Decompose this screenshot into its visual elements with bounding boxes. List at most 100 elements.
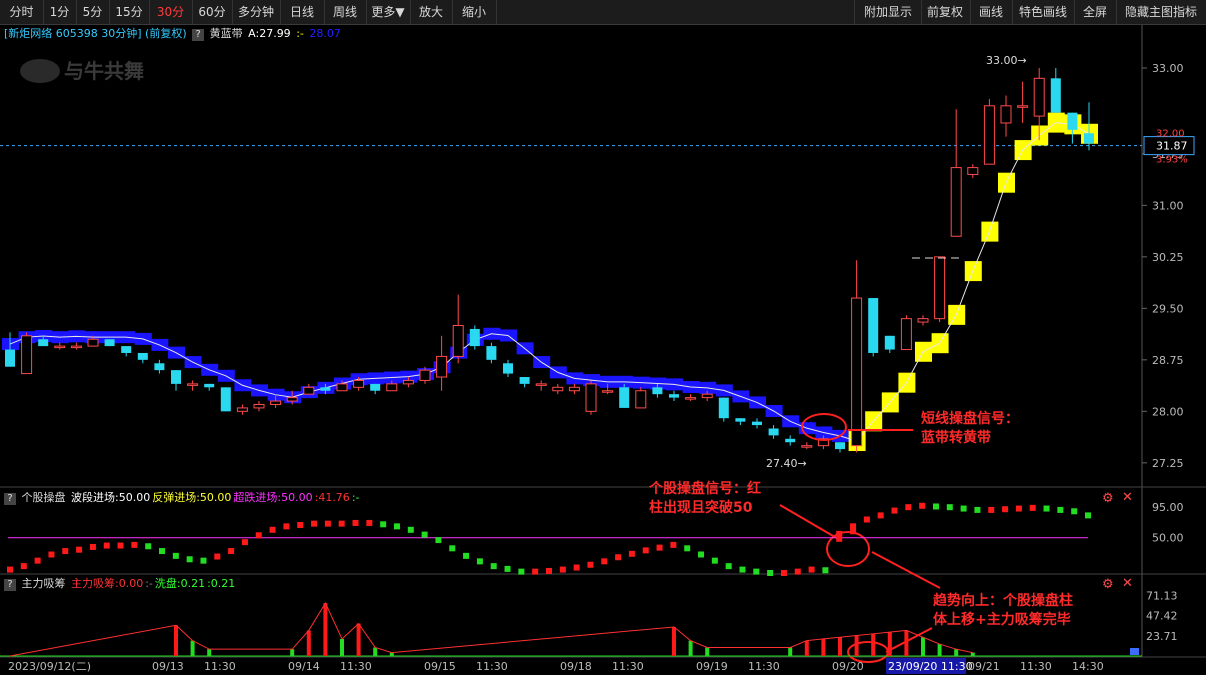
kdj-dot — [532, 568, 539, 575]
toolbar-button[interactable]: 画线 — [970, 0, 1013, 24]
kdj-dot — [877, 512, 884, 519]
price-tick-label: 31.00 — [1152, 199, 1184, 212]
flow-bar — [921, 637, 925, 656]
kdj-dot — [546, 567, 552, 574]
indicator-value: 超跌进场:50.00 — [233, 491, 313, 504]
kdj-dot — [573, 564, 580, 571]
note-line: 短线操盘信号： — [921, 411, 1019, 427]
candle-body — [1017, 105, 1029, 108]
period-button[interactable]: 5分 — [76, 0, 110, 24]
period-button[interactable]: 放大 — [410, 0, 453, 24]
period-button[interactable]: 分时 — [0, 0, 44, 24]
candle-body — [503, 363, 513, 374]
candle-body — [320, 387, 331, 391]
flow-bar — [207, 649, 212, 656]
indicator-value: 洗盘:0.21 — [154, 577, 206, 590]
period-button[interactable]: 缩小 — [452, 0, 497, 24]
note-line: 趋势向上：个股操盘柱 — [933, 593, 1073, 609]
x-axis-label: 09/18 — [560, 660, 592, 673]
toolbar-button[interactable]: 特色画线 — [1012, 0, 1075, 24]
period-button[interactable]: 周线 — [324, 0, 367, 24]
period-button[interactable]: 15分 — [109, 0, 150, 24]
kdj-dot — [656, 544, 663, 551]
kdj-dot — [518, 568, 525, 575]
kdj-dot — [269, 526, 276, 533]
candle-body — [419, 369, 431, 381]
candle-body — [900, 318, 912, 351]
candle-body — [5, 349, 15, 367]
toolbar-button[interactable]: 附加显示 — [854, 0, 922, 24]
flow-bar — [970, 652, 975, 656]
kdj-dot — [780, 570, 787, 576]
toolbar-button[interactable]: 隐藏主图指标 — [1116, 0, 1206, 24]
kdj-dot — [1043, 505, 1050, 512]
candle-body — [950, 167, 962, 237]
flow-bar — [323, 603, 328, 656]
kdj-dot — [1015, 505, 1022, 512]
flow-bar — [937, 644, 942, 656]
close-icon[interactable]: ✕ — [1122, 576, 1133, 591]
kdj-dot — [449, 545, 456, 552]
candle-body — [619, 387, 630, 408]
kdj-dot — [808, 566, 815, 573]
toolbar-button[interactable]: 全屏 — [1074, 0, 1117, 24]
kdj-dot — [20, 563, 27, 570]
kdj-dot — [960, 505, 967, 512]
gear-icon[interactable]: ⚙ — [1102, 577, 1114, 592]
period-button[interactable]: 1分 — [43, 0, 77, 24]
kdj-dot — [725, 563, 732, 570]
kdj-dot — [490, 563, 497, 570]
period-button[interactable]: 多分钟 — [232, 0, 281, 24]
panel3-name: 主力吸筹 — [21, 577, 66, 590]
flow-envelope-line — [9, 602, 973, 657]
kdj-dot — [214, 553, 221, 560]
period-button[interactable]: 更多▼ — [366, 0, 411, 24]
kdj-dot — [711, 557, 718, 564]
close-icon[interactable]: ✕ — [1122, 490, 1133, 505]
candle-body — [701, 393, 713, 399]
x-axis-label: 11:30 — [340, 660, 372, 673]
candle-body — [204, 383, 215, 388]
kdj-dot — [311, 520, 318, 527]
candle-body — [370, 383, 381, 391]
candle-body — [568, 386, 580, 392]
candle-body — [220, 387, 231, 412]
toolbar-button[interactable]: 前复权 — [920, 0, 971, 24]
indicator-b-value: 28.07 — [309, 27, 341, 40]
kdj-dot — [615, 554, 622, 561]
help-icon[interactable]: ? — [192, 29, 205, 41]
candle-body — [1033, 77, 1045, 117]
kdj-dot — [863, 516, 870, 523]
main-indicator-header: [新炬网络 605398 30分钟] (前复权) ? 黄蓝带 A:27.99 :… — [4, 26, 343, 42]
kdj-dot — [380, 521, 387, 528]
x-axis-label: 09/20 — [832, 660, 864, 673]
gear-icon[interactable]: ⚙ — [1102, 491, 1114, 506]
period-button[interactable]: 60分 — [192, 0, 233, 24]
high-price-label: 33.00→ — [986, 54, 1027, 67]
flow-bar — [356, 623, 361, 656]
current-price-text: 31.87 — [1156, 140, 1188, 153]
x-axis-label: 23/09/20 11:30 — [888, 660, 973, 673]
kdj-dot — [7, 566, 13, 573]
indicator-value: 波段进场:50.00 — [71, 491, 151, 504]
kdj-dot — [283, 523, 290, 530]
x-axis-label: 11:30 — [748, 660, 780, 673]
x-axis-label: 09/21 — [968, 660, 1000, 673]
kdj-dot — [366, 519, 373, 526]
candle-body — [652, 387, 663, 395]
flow-bar — [854, 635, 859, 656]
flow-bar — [705, 647, 710, 656]
kdj-dot — [407, 526, 414, 533]
kdj-dot — [891, 507, 898, 514]
candle-body — [154, 363, 165, 371]
period-button[interactable]: 日线 — [280, 0, 325, 24]
candle-body — [801, 445, 813, 448]
x-axis-label: 11:30 — [1020, 660, 1052, 673]
candle-body — [121, 346, 132, 353]
help-icon[interactable]: ? — [4, 493, 16, 505]
period-button[interactable]: 30分 — [149, 0, 193, 24]
flow-bar — [821, 638, 826, 656]
flow-bar — [290, 649, 295, 656]
help-icon[interactable]: ? — [4, 579, 16, 591]
flow-bar — [174, 625, 178, 656]
